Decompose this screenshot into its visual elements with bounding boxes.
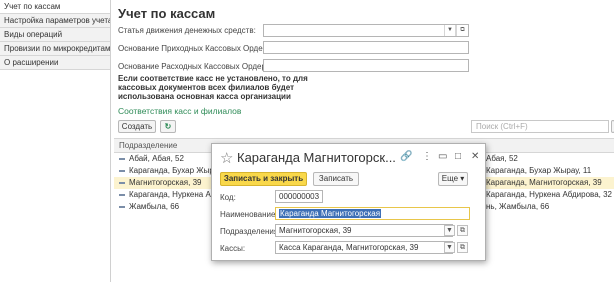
cash-flow-label: Статья движения денежных средств: — [118, 26, 256, 35]
create-button[interactable]: Создать — [118, 120, 156, 133]
code-label: Код: — [220, 193, 236, 202]
item-icon — [119, 193, 125, 196]
item-icon — [119, 169, 125, 172]
cashbox-cell: Караганда, Бухар Жырау, 11 — [486, 166, 592, 175]
more-menu-icon[interactable]: ⋮ — [422, 151, 432, 162]
name-label: Наименование: — [220, 210, 278, 219]
name-value: Караганда Магнитогорская — [279, 209, 382, 218]
dialog-title: Караганда Магнитогорск... — [237, 150, 396, 165]
open-icon[interactable]: ⧉ — [457, 242, 468, 253]
outgoing-orders-input[interactable] — [263, 59, 469, 72]
cashbox-cell: Караганда, Нуркена Абдирова, 32 — [486, 190, 612, 199]
chevron-down-icon[interactable]: ▼ — [444, 25, 456, 36]
cashbox-cell: Караганда, Магнитогорская, 39 — [486, 178, 602, 187]
division-cell: Абай, Абая, 52 — [129, 154, 184, 163]
nav-item-cash-accounting[interactable]: Учет по кассам — [0, 0, 110, 14]
nav-item-settings[interactable]: Настройка параметров учета — [0, 14, 110, 28]
cashbox-label: Кассы: — [220, 244, 246, 253]
more-button[interactable]: Еще ▾ — [438, 172, 468, 186]
incoming-orders-input[interactable] — [263, 41, 469, 54]
nav-item-operation-types[interactable]: Виды операций — [0, 28, 110, 42]
item-icon — [119, 181, 125, 184]
refresh-icon[interactable]: ↻ — [160, 120, 176, 133]
record-dialog: ☆ Караганда Магнитогорск... 🔗 ⋮ ▭ □ ✕ За… — [211, 143, 486, 261]
page-title: Учет по кассам — [118, 6, 216, 21]
save-button[interactable]: Записать — [313, 172, 359, 186]
cashbox-cell: Абая, 52 — [486, 154, 518, 163]
division-field[interactable]: Магнитогорская, 39 — [275, 224, 453, 237]
cashbox-field[interactable]: Касса Караганда, Магнитогорская, 39 — [275, 241, 453, 254]
item-icon — [119, 157, 125, 160]
link-icon[interactable]: 🔗 — [400, 151, 412, 162]
save-and-close-button[interactable]: Записать и закрыть — [220, 172, 307, 186]
cash-branch-mapping-link[interactable]: Соответствия касс и филиалов — [118, 106, 241, 116]
maximize-icon[interactable]: □ — [455, 151, 461, 162]
open-icon[interactable]: ⧉ — [457, 225, 468, 236]
search-input[interactable]: Поиск (Ctrl+F) — [471, 120, 609, 133]
name-field[interactable]: Караганда Магнитогорская — [275, 207, 470, 220]
chevron-down-icon[interactable]: ▼ — [444, 242, 455, 253]
cash-flow-input[interactable]: ▼ ⧉ — [263, 24, 469, 37]
division-cell: Магнитогорская, 39 — [129, 178, 202, 187]
left-nav: Учет по кассам Настройка параметров учет… — [0, 0, 110, 90]
division-cell: Жамбыла, 66 — [129, 202, 180, 211]
code-field[interactable]: 000000003 — [275, 190, 323, 203]
info-note: Если соответствие касс не установлено, т… — [118, 74, 308, 101]
nav-item-microcredit-provisions[interactable]: Провизии по микрокредитам — [0, 42, 110, 56]
cashbox-cell: нь, Жамбыла, 66 — [486, 202, 550, 211]
close-icon[interactable]: ✕ — [471, 151, 479, 162]
minimize-icon[interactable]: ▭ — [438, 151, 447, 162]
division-label: Подразделения: — [220, 227, 281, 236]
incoming-orders-label: Основание Приходных Кассовых Ордеров: — [118, 44, 279, 53]
item-icon — [119, 205, 125, 208]
open-icon[interactable]: ⧉ — [456, 25, 468, 36]
chevron-down-icon[interactable]: ▼ — [444, 225, 455, 236]
nav-item-about-extension[interactable]: О расширении — [0, 56, 110, 70]
star-icon[interactable]: ☆ — [220, 149, 233, 167]
outgoing-orders-label: Основание Расходных Кассовых Ордеров: — [118, 62, 277, 71]
